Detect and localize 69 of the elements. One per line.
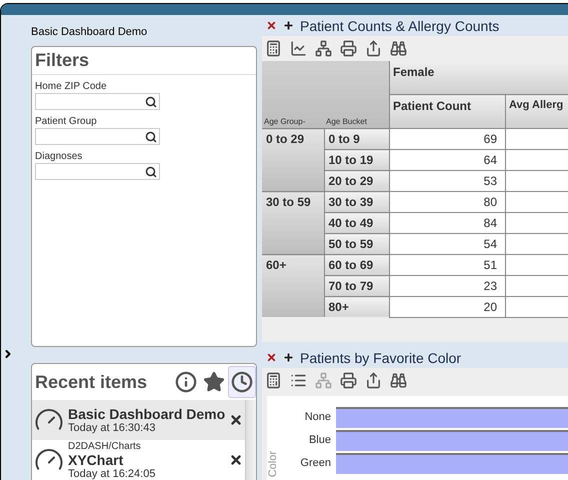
search-field[interactable]	[35, 93, 160, 110]
search-icon[interactable]	[145, 166, 157, 178]
row-label-cell: 30 to 39	[324, 192, 390, 212]
binoculars-icon[interactable]	[390, 40, 407, 57]
column-header: Female	[390, 61, 568, 94]
remove-button[interactable]	[229, 413, 244, 427]
table-cell: 69	[390, 128, 506, 150]
row-group-cell: 0 to 29	[262, 128, 324, 192]
clock-icon[interactable]	[228, 366, 256, 398]
panel-title: Patients by Favorite Color	[300, 350, 462, 366]
scrollbar[interactable]	[245, 400, 256, 480]
row-group-cell: 30 to 59	[262, 192, 324, 254]
item-time: Today at 16:24:05	[68, 468, 156, 480]
column-header: Avg Allerg	[506, 94, 568, 128]
item-time: Today at 16:30:43	[68, 422, 156, 434]
page-title: Basic Dashboard Demo	[31, 26, 148, 38]
row-label-cell: 40 to 49	[324, 212, 390, 234]
add-button[interactable]	[283, 20, 294, 31]
table-cell: 53	[390, 170, 506, 192]
field-label: Patient Group	[35, 116, 98, 127]
column-header: Patient Count	[390, 94, 506, 128]
export-icon[interactable]	[365, 40, 382, 57]
table-cell: 80	[390, 192, 506, 212]
row-label-cell: 0 to 9	[324, 128, 390, 150]
panel-title: Filters	[34, 49, 90, 72]
row-header: Age Group-	[262, 61, 324, 128]
row-label-cell: 60 to 69	[324, 254, 390, 276]
row-label-cell: 80+	[324, 296, 390, 317]
table-cell: 64	[390, 150, 506, 170]
field-label: Home ZIP Code	[35, 81, 108, 92]
search-icon[interactable]	[145, 130, 157, 142]
field-label: Diagnoses	[35, 151, 84, 162]
binoculars-icon[interactable]	[390, 372, 407, 389]
panel-title: Patient Counts & Allergy Counts	[300, 18, 500, 34]
calculator-icon[interactable]	[265, 40, 282, 57]
table-cell: 51	[390, 254, 506, 276]
remove-button[interactable]	[229, 453, 244, 467]
search-field[interactable]	[35, 163, 160, 180]
line-chart-icon[interactable]	[290, 40, 307, 57]
table-cell: 20	[390, 296, 506, 317]
table-cell: 54	[390, 234, 506, 254]
row-label-cell: 20 to 29	[324, 170, 390, 192]
bar-label: Green	[299, 457, 332, 469]
export-icon[interactable]	[365, 372, 382, 389]
close-button[interactable]	[266, 20, 277, 31]
row-header: Age Bucket	[324, 61, 390, 128]
row-label-cell: 70 to 79	[324, 276, 390, 296]
calculator-icon[interactable]	[265, 372, 282, 389]
search-icon[interactable]	[145, 96, 157, 108]
panel-title: Recent items	[35, 372, 148, 392]
add-button[interactable]	[283, 352, 294, 363]
table-cell: 23	[390, 276, 506, 296]
list-icon[interactable]	[290, 372, 307, 389]
row-label-cell: 50 to 59	[324, 234, 390, 254]
search-field[interactable]	[35, 128, 160, 145]
axis-label: Color	[267, 450, 279, 477]
table-cell: 84	[390, 212, 506, 234]
bar-label: None	[304, 411, 332, 423]
item-title: Basic Dashboard Demo	[68, 406, 226, 422]
hierarchy-icon[interactable]	[315, 40, 332, 57]
row-group-cell: 60+	[262, 254, 324, 317]
recent-item[interactable]: Basic Dashboard Demo Today at 16:30:43	[32, 400, 246, 440]
close-button[interactable]	[266, 352, 277, 363]
printer-icon[interactable]	[340, 40, 357, 57]
row-label-cell: 10 to 19	[324, 150, 390, 170]
printer-icon[interactable]	[340, 372, 357, 389]
item-path: D2DASH/Charts	[68, 440, 142, 452]
bar-label: Blue	[308, 434, 332, 446]
item-title: XYChart	[68, 452, 124, 468]
